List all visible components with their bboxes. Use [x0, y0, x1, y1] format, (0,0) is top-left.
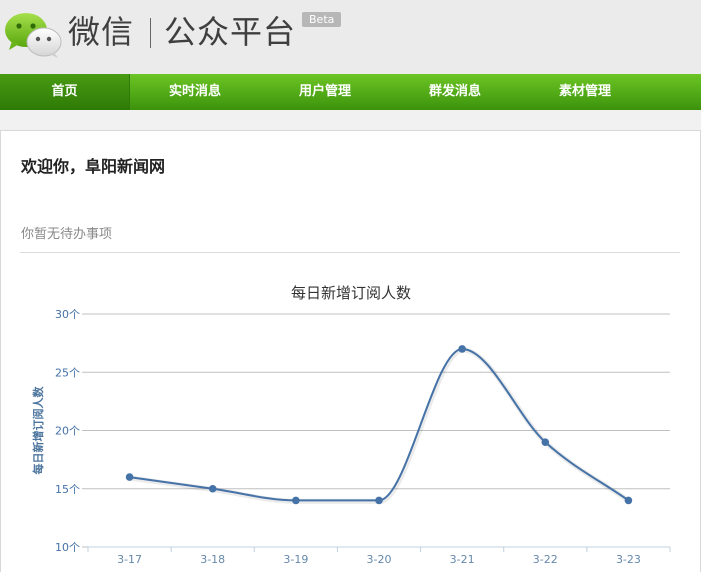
- chart-x-tick-label: 3-21: [450, 553, 475, 566]
- todo-status: 你暂无待办事项: [21, 227, 113, 242]
- brand-divider: [150, 18, 151, 48]
- chart-title: 每日新增订阅人数: [291, 284, 411, 302]
- brand-platform-title: 公众平台: [164, 13, 297, 51]
- chart-x-tick-label: 3-20: [367, 553, 392, 566]
- chart-data-point: [125, 473, 134, 481]
- chart-x-tick-label: 3-17: [117, 553, 142, 566]
- chart-data-point: [541, 438, 550, 446]
- chart-data-point: [624, 496, 633, 505]
- chart-y-tick-label: 20个: [55, 425, 80, 438]
- beta-badge: Beta: [302, 12, 342, 27]
- nav-item-mass-messages[interactable]: 群发消息: [390, 74, 520, 110]
- chart-y-tick-label: 30个: [55, 308, 80, 321]
- chart-x-tick-label: 3-22: [533, 553, 558, 566]
- chart-data-point: [375, 496, 383, 505]
- brand-wechat-title: 微信: [68, 13, 135, 51]
- chart-y-axis-label: 每日新增订阅人数: [31, 386, 45, 475]
- chart-y-tick-label: 15个: [55, 483, 80, 496]
- chart-x-tick-label: 3-18: [200, 553, 225, 566]
- divider: [20, 252, 680, 253]
- nav-item-home[interactable]: 首页: [0, 74, 129, 110]
- chart-x-tick-label: 3-23: [616, 553, 641, 566]
- nav-item-material-management[interactable]: 素材管理: [520, 74, 650, 110]
- chart-y-tick-label: 10个: [55, 541, 80, 554]
- nav-item-user-management[interactable]: 用户管理: [260, 74, 390, 110]
- main-nav: 首页 实时消息 用户管理 群发消息 素材管理: [0, 74, 701, 110]
- chart-data-point: [292, 496, 300, 505]
- main-panel: 欢迎你，阜阳新闻网 你暂无待办事项 每日新增订阅人数 每日新增订阅人数 10个 1…: [0, 130, 701, 572]
- welcome-heading: 欢迎你，阜阳新闻网: [21, 157, 166, 176]
- chart-y-tick-label: 25个: [55, 366, 80, 379]
- chart-data-point: [208, 484, 217, 493]
- daily-subscribers-chart: 每日新增订阅人数 每日新增订阅人数 10个 15个 20个 25个 30个 3-17 3-1…: [31, 284, 671, 566]
- wechat-logo-icon[interactable]: [4, 12, 62, 58]
- header: 微信 公众平台 Beta: [0, 0, 701, 74]
- chart-data-point: [458, 345, 466, 353]
- nav-item-realtime-messages[interactable]: 实时消息: [130, 74, 260, 110]
- chart-x-tick-label: 3-19: [283, 553, 308, 566]
- chart-series-line: [129, 347, 630, 502]
